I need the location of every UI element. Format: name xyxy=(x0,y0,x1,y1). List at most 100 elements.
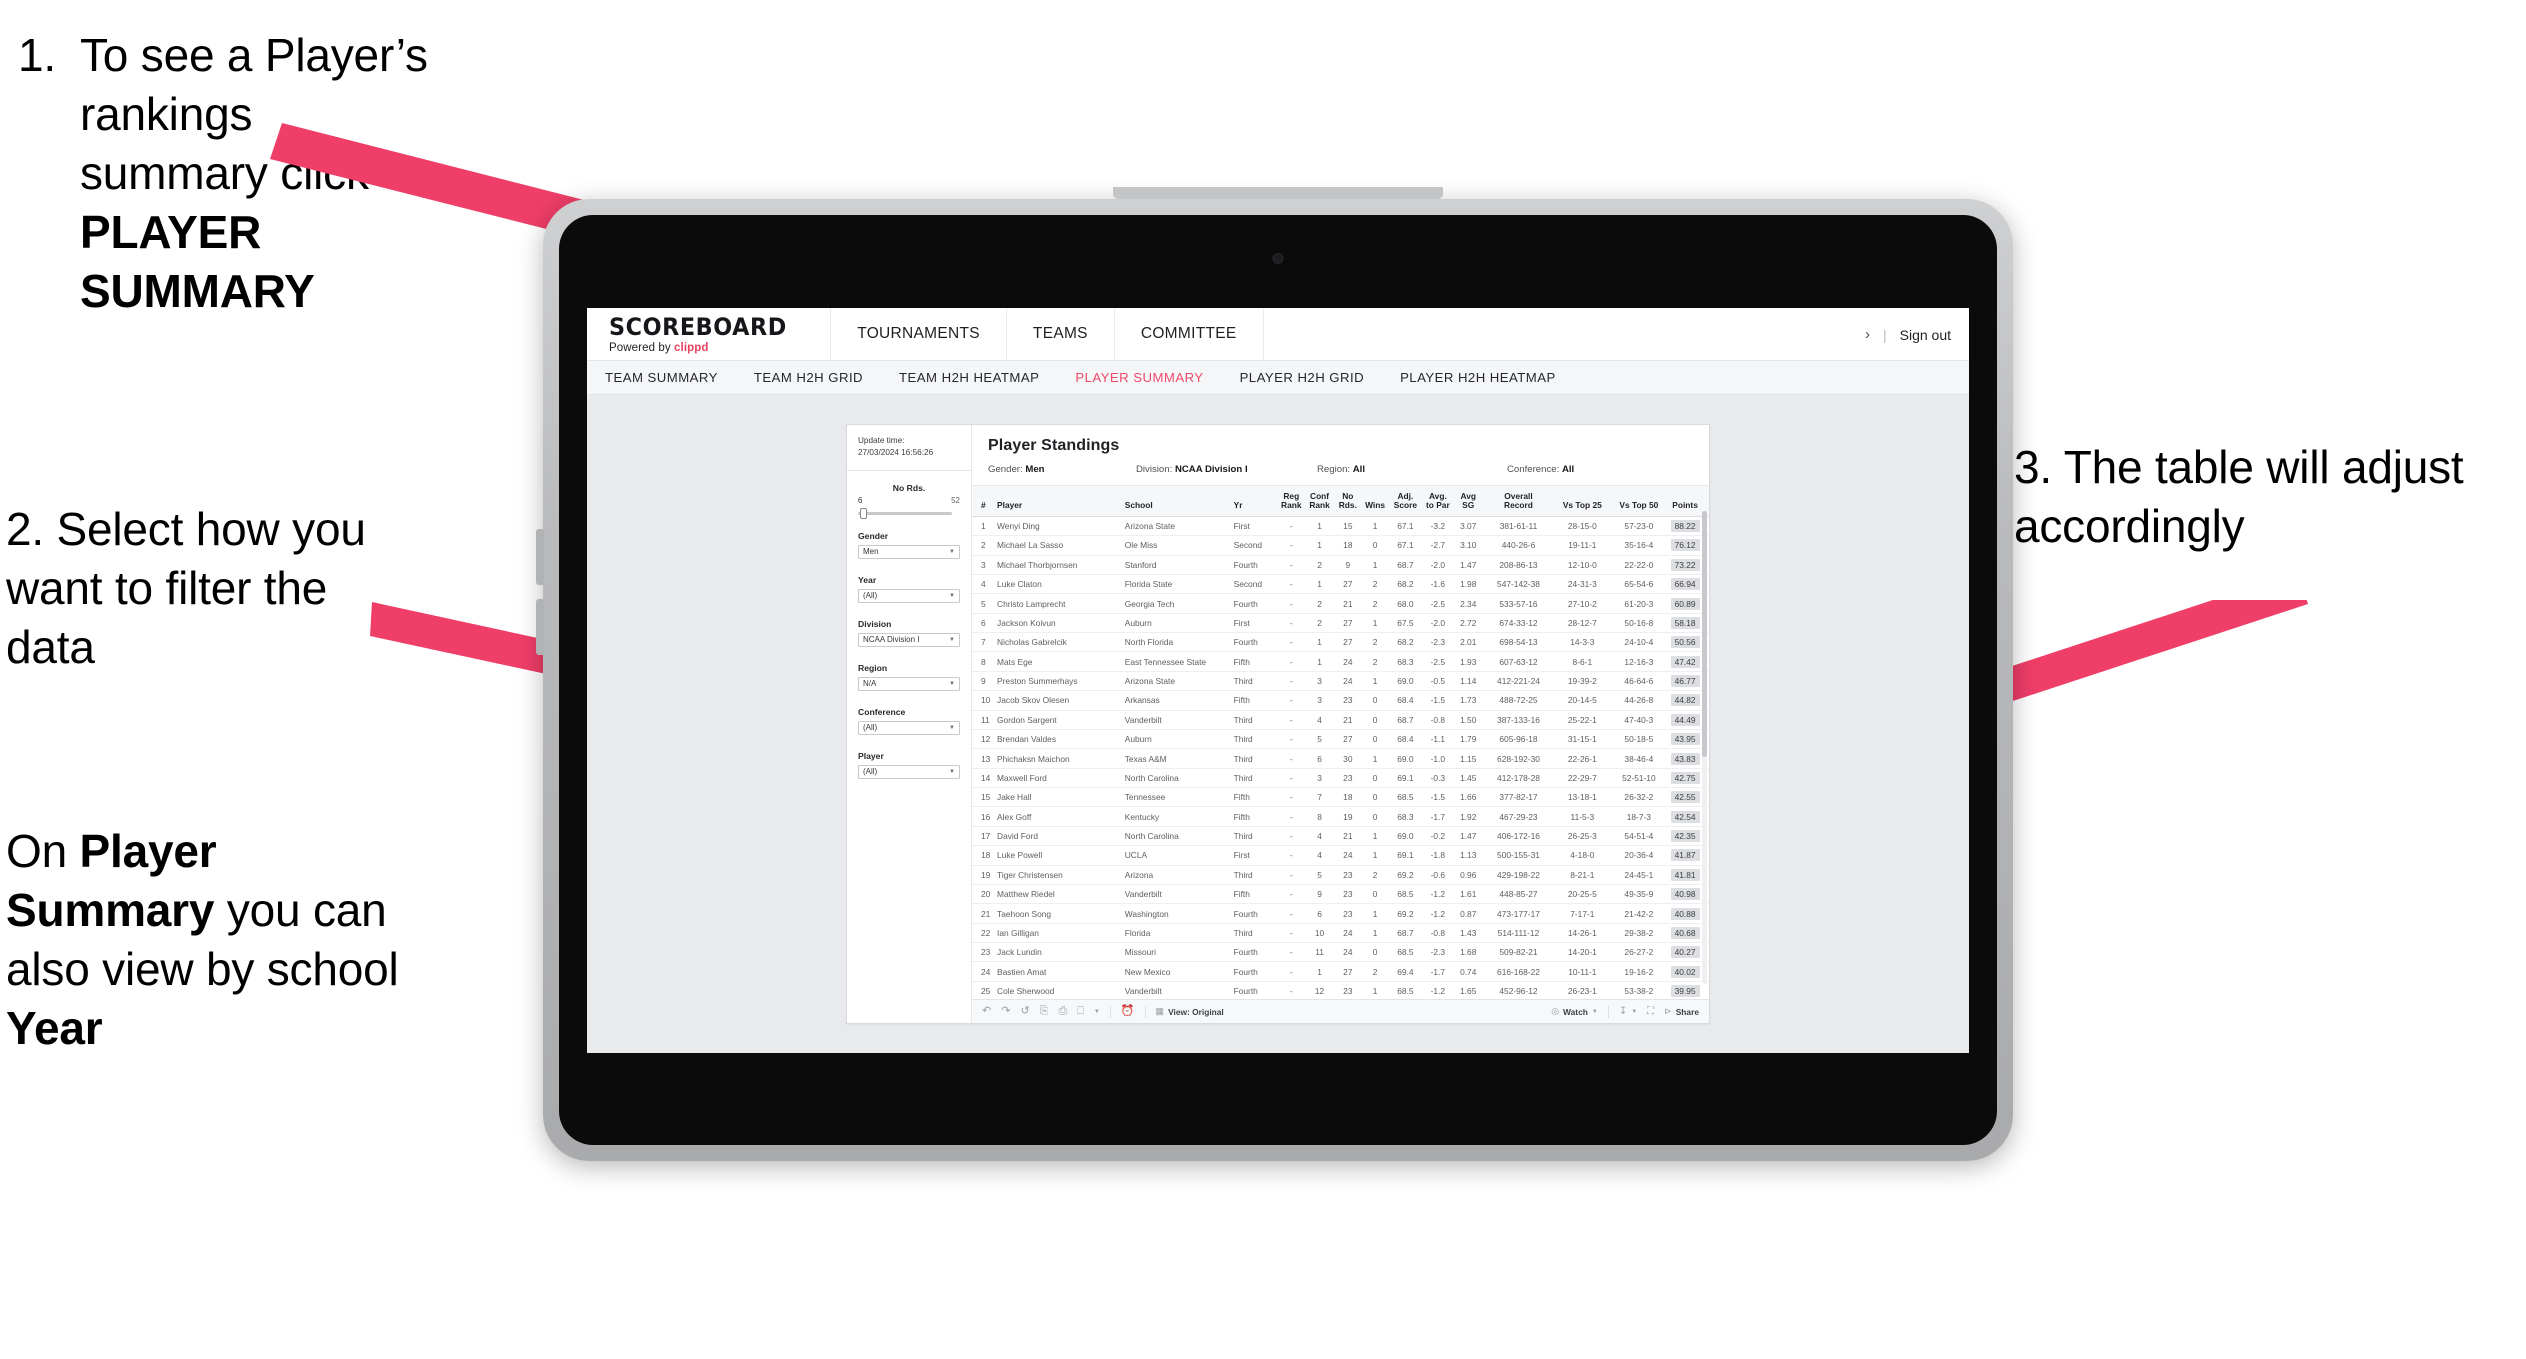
cell-rank: 4 xyxy=(972,574,996,595)
history-clock-icon[interactable]: ⏰ xyxy=(1121,1006,1135,1017)
cell-t50: 35-16-4 xyxy=(1610,535,1668,556)
cell-atp: -1.7 xyxy=(1422,961,1454,982)
cell-nords: 27 xyxy=(1334,613,1362,634)
cell-wins: 2 xyxy=(1361,865,1389,885)
table-row[interactable]: 9 Preston Summerhays Arizona State Third -3 2… xyxy=(972,671,1709,692)
cell-ovr: 412-178-28 xyxy=(1482,768,1555,789)
cell-rank: 24 xyxy=(972,961,996,982)
cell-adj: 69.0 xyxy=(1388,671,1423,692)
tablet-camera xyxy=(1272,253,1284,264)
tab-team-h2h-heatmap[interactable]: TEAM H2H HEATMAP xyxy=(899,370,1039,385)
scrollbar-thumb[interactable] xyxy=(1702,511,1707,757)
refresh-icon[interactable]: ⎘ xyxy=(1040,1006,1049,1017)
nav-item-tournaments[interactable]: TOURNAMENTS xyxy=(831,308,1007,361)
filter-gender-select[interactable]: Men ▼ xyxy=(858,544,960,559)
col-vs-top-50: Vs Top 50 xyxy=(1610,485,1668,517)
cell-reg: - xyxy=(1277,768,1305,789)
download-button[interactable]: ↧ ▼ xyxy=(1619,1006,1637,1017)
chevron-down-icon[interactable]: ▼ xyxy=(1094,1009,1100,1015)
filter-player-select[interactable]: (All) ▼ xyxy=(858,764,960,779)
table-row[interactable]: 7 Nicholas Gabrelcik North Florida Fourth -1… xyxy=(972,632,1709,653)
table-row[interactable]: 16 Alex Goff Kentucky Fifth -8 19 0 68.3 -1.7 1.9… xyxy=(972,806,1709,827)
table-row[interactable]: 18 Luke Powell UCLA First -4 24 1 69.1 -1.8 1.13 5… xyxy=(972,845,1709,866)
table-row[interactable]: 13 Phichaksn Maichon Texas A&M Third -6 30 1 69… xyxy=(972,748,1709,769)
cell-t50: 24-10-4 xyxy=(1610,632,1668,653)
no-rounds-slider[interactable] xyxy=(858,507,952,519)
cell-school: East Tennessee State xyxy=(1122,651,1232,672)
nav-item-committee[interactable]: COMMITTEE xyxy=(1115,308,1264,361)
summary-division-label: Division: xyxy=(1136,464,1173,475)
points-badge: 42.54 xyxy=(1670,810,1700,823)
tab-player-h2h-grid[interactable]: PLAYER H2H GRID xyxy=(1240,370,1365,385)
slider-handle[interactable] xyxy=(860,507,867,519)
filter-region-value: N/A xyxy=(863,679,877,689)
tab-team-h2h-grid[interactable]: TEAM H2H GRID xyxy=(754,370,863,385)
cell-player: Matthew Riedel xyxy=(995,884,1123,905)
cell-wins: 1 xyxy=(1361,845,1389,866)
table-vertical-scrollbar[interactable] xyxy=(1702,511,1707,984)
cell-yr: Third xyxy=(1231,826,1278,847)
pause-icon[interactable]: ⎙ xyxy=(1058,1006,1067,1017)
cell-sg: 1.66 xyxy=(1453,787,1483,808)
table-row[interactable]: 15 Jake Hall Tennessee Fifth -7 18 0 68.5 -1.5 1.… xyxy=(972,787,1709,808)
cell-t25: 26-25-3 xyxy=(1554,826,1611,847)
account-chevron-icon[interactable]: › xyxy=(1865,326,1870,343)
tab-team-summary[interactable]: TEAM SUMMARY xyxy=(605,370,718,385)
filter-sidebar: Update time: 27/03/2024 16:56:26 No Rds.… xyxy=(847,425,972,1023)
standings-table-scroll[interactable]: # Player School Yr Reg Rank Conf Rank No Rd… xyxy=(972,485,1709,999)
cell-reg: - xyxy=(1277,806,1305,827)
brand-logo[interactable]: SCOREBOARD Powered by clippd xyxy=(587,315,830,354)
cell-conf: 1 xyxy=(1304,516,1335,537)
revert-icon[interactable]: ↺ xyxy=(1020,1006,1029,1017)
table-row[interactable]: 24 Bastien Amat New Mexico Fourth -1 27 2 69.4-… xyxy=(972,961,1709,982)
cell-wins: 1 xyxy=(1361,748,1389,769)
cell-yr: Fifth xyxy=(1231,651,1278,672)
table-row[interactable]: 1 Wenyi Ding Arizona State First -1 15 1 67.1 -3… xyxy=(972,516,1709,537)
table-row[interactable]: 22 Ian Gilligan Florida Third -10 24 1 68.7 -0.8… xyxy=(972,923,1709,944)
cell-nords: 27 xyxy=(1334,729,1362,750)
table-row[interactable]: 21 Taehoon Song Washington Fourth -6 23 1 69.2-… xyxy=(972,903,1709,924)
cell-adj: 68.5 xyxy=(1388,787,1423,808)
cell-conf: 2 xyxy=(1304,593,1335,614)
points-badge: 44.82 xyxy=(1670,694,1700,707)
cell-school: Vanderbilt xyxy=(1122,884,1232,905)
cell-school: New Mexico xyxy=(1122,961,1232,982)
table-row[interactable]: 5 Christo Lamprecht Georgia Tech Fourth -2 21… xyxy=(972,593,1709,614)
filter-conference-select[interactable]: (All) ▼ xyxy=(858,720,960,735)
share-button[interactable]: ⊳ Share xyxy=(1664,1007,1699,1017)
table-row[interactable]: 10 Jacob Skov Olesen Arkansas Fifth -3 23 0 68.… xyxy=(972,690,1709,711)
device-layout-icon[interactable]: ⎕ xyxy=(1077,1006,1084,1017)
watch-button[interactable]: ◎ Watch ▼ xyxy=(1551,1007,1598,1017)
sign-out-button[interactable]: Sign out xyxy=(1900,327,1951,343)
tab-player-h2h-heatmap[interactable]: PLAYER H2H HEATMAP xyxy=(1400,370,1556,385)
table-row[interactable]: 12 Brendan Valdes Auburn Third -5 27 0 68.4 -1.1… xyxy=(972,729,1709,750)
filter-division-select[interactable]: NCAA Division I ▼ xyxy=(858,632,960,647)
table-row[interactable]: 20 Matthew Riedel Vanderbilt Fifth -9 23 0 68.5… xyxy=(972,884,1709,905)
filter-year-select[interactable]: (All) ▼ xyxy=(858,588,960,603)
table-row[interactable]: 11 Gordon Sargent Vanderbilt Third -4 21 0 68.7… xyxy=(972,710,1709,730)
table-row[interactable]: 2 Michael La Sasso Ole Miss Second -1 18 0 67.1… xyxy=(972,535,1709,556)
filter-region-select[interactable]: N/A ▼ xyxy=(858,676,960,691)
table-row[interactable]: 14 Maxwell Ford North Carolina Third -3 23 0 69… xyxy=(972,768,1709,789)
cell-nords: 21 xyxy=(1334,826,1362,847)
cell-conf: 3 xyxy=(1304,768,1335,789)
table-row[interactable]: 19 Tiger Christensen Arizona Third -5 23 2 69.2… xyxy=(972,865,1709,885)
annotation-step-1-number: 1. xyxy=(18,29,56,81)
tab-player-summary[interactable]: PLAYER SUMMARY xyxy=(1075,370,1203,385)
update-time: Update time: 27/03/2024 16:56:26 xyxy=(858,435,960,459)
redo-icon[interactable]: ↷ xyxy=(1001,1006,1010,1017)
table-row[interactable]: 8 Mats Ege East Tennessee State Fifth -1 24 2 6… xyxy=(972,651,1709,672)
cell-nords: 24 xyxy=(1334,845,1362,866)
nav-item-teams[interactable]: TEAMS xyxy=(1007,308,1115,361)
table-row[interactable]: 25 Cole Sherwood Vanderbilt Fourth -12 23 1 68.… xyxy=(972,981,1709,999)
table-row[interactable]: 3 Michael Thorbjornsen Stanford Fourth -2 9 1 6… xyxy=(972,555,1709,575)
table-row[interactable]: 4 Luke Claton Florida State Second -1 27 2 68.2… xyxy=(972,574,1709,595)
fullscreen-button[interactable]: ⛶ xyxy=(1647,1006,1654,1017)
view-original-button[interactable]: ▦ View: Original xyxy=(1156,1007,1224,1017)
cell-conf: 11 xyxy=(1304,942,1335,963)
table-row[interactable]: 23 Jack Lundin Missouri Fourth -11 24 0 68.5 -2.… xyxy=(972,942,1709,963)
table-row[interactable]: 6 Jackson Koivun Auburn First -2 27 1 67.5 -2.0 2… xyxy=(972,613,1709,634)
cell-school: Missouri xyxy=(1122,942,1232,963)
table-row[interactable]: 17 David Ford North Carolina Third -4 21 1 69.0… xyxy=(972,826,1709,847)
undo-icon[interactable]: ↶ xyxy=(982,1006,991,1017)
